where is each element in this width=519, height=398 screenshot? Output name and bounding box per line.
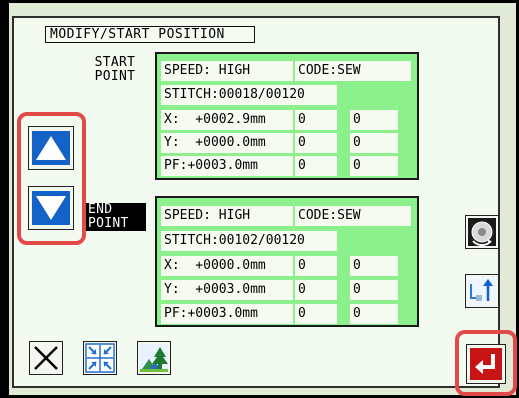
end-point-label: END POINT <box>84 203 146 231</box>
start-pf-col1: 0 <box>295 156 337 176</box>
cancel-button[interactable] <box>29 341 63 375</box>
start-y-col1: 0 <box>295 133 337 153</box>
x-close-icon <box>34 346 58 370</box>
end-speed-field: SPEED: HIGH <box>161 206 293 226</box>
start-x-field: X: +0002.9mm <box>161 110 293 130</box>
handwheel-icon <box>468 218 496 247</box>
move-up-button[interactable] <box>28 126 74 170</box>
swap-position-button[interactable] <box>465 274 499 308</box>
end-pf-field: PF:+0003.0mm <box>161 304 293 324</box>
end-label-line1: END <box>88 202 113 217</box>
start-x-col2: 0 <box>350 110 398 130</box>
page-title: MODIFY/START POSITION <box>45 26 255 43</box>
end-label-line2: POINT <box>88 216 129 231</box>
start-label-line2: POINT <box>94 69 136 84</box>
end-stitch-field: STITCH:00102/00120 <box>161 231 337 251</box>
end-y-col2: 0 <box>350 280 398 300</box>
enter-button[interactable] <box>466 344 506 384</box>
enter-return-icon <box>470 348 502 380</box>
machine-display: MODIFY/START POSITION START POINT SPEED:… <box>0 0 519 398</box>
start-point-label: START POINT <box>84 56 146 84</box>
end-x-col2: 0 <box>350 256 398 276</box>
start-x-col1: 0 <box>295 110 337 130</box>
start-code-field: CODE:SEW <box>295 61 411 81</box>
end-pf-col2: 0 <box>350 304 398 324</box>
start-speed-field: SPEED: HIGH <box>161 61 293 81</box>
handwheel-button[interactable] <box>465 215 499 249</box>
end-x-col1: 0 <box>295 256 337 276</box>
end-code-field: CODE:SEW <box>295 206 411 226</box>
triangle-down-icon <box>32 191 70 225</box>
start-y-field: Y: +0000.0mm <box>161 133 293 153</box>
scenery-button[interactable] <box>137 341 171 375</box>
end-x-field: X: +0000.0mm <box>161 256 293 276</box>
expand-button[interactable] <box>83 341 117 375</box>
start-y-col2: 0 <box>350 133 398 153</box>
start-stitch-field: STITCH:00018/00120 <box>161 85 337 105</box>
end-y-field: Y: +0003.0mm <box>161 280 293 300</box>
start-pf-field: PF:+0003.0mm <box>161 156 293 176</box>
swap-position-icon <box>468 277 496 305</box>
start-pf-col2: 0 <box>350 156 398 176</box>
end-pf-col1: 0 <box>295 304 337 324</box>
move-down-button[interactable] <box>28 186 74 230</box>
scenery-icon <box>140 344 168 372</box>
start-label-line1: START <box>94 55 136 70</box>
triangle-up-icon <box>32 131 70 165</box>
end-y-col1: 0 <box>295 280 337 300</box>
expand-arrows-icon <box>85 343 115 373</box>
